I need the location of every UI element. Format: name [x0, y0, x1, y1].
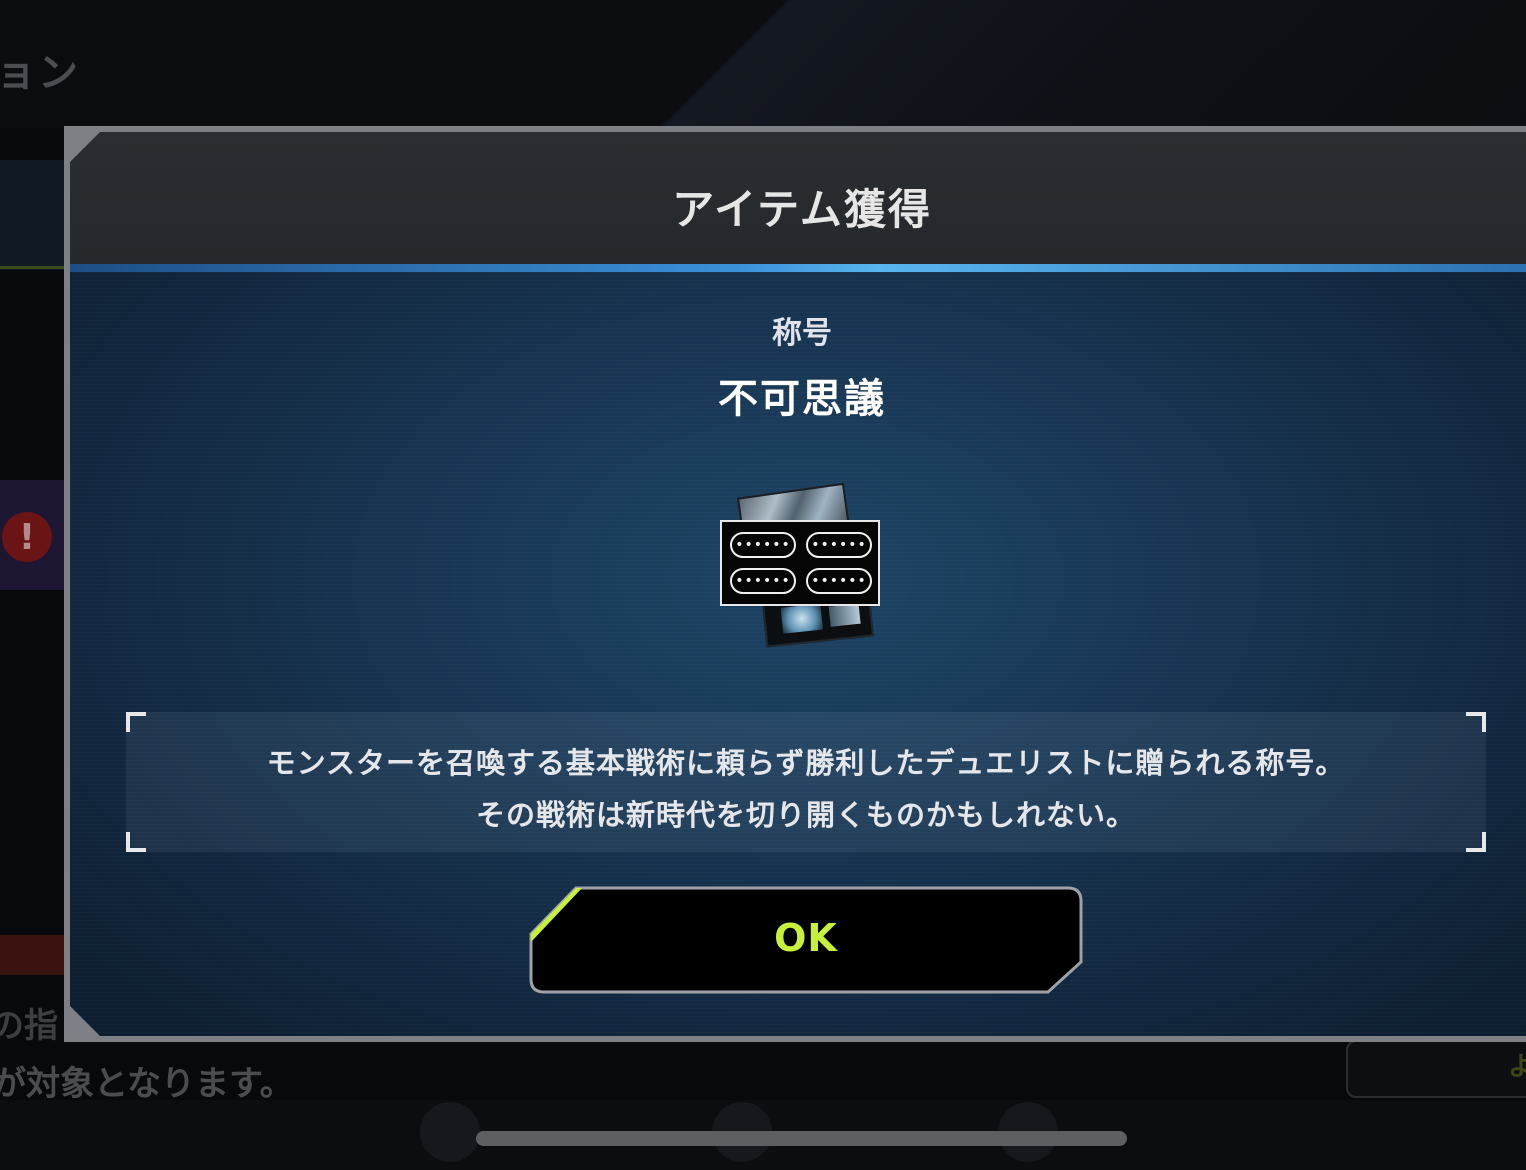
- exclamation-icon: !: [2, 512, 52, 562]
- item-name: 不可思議: [718, 376, 886, 422]
- item-acquired-dialog: アイテム獲得 称号 不可思議 •••••• •••••• •••••• ••••…: [64, 126, 1526, 1042]
- icon-pill: ••••••: [806, 568, 872, 594]
- home-indicator[interactable]: [476, 1131, 1127, 1146]
- ok-button-label: OK: [774, 916, 838, 960]
- header-divider: [70, 264, 1526, 272]
- background-text-line-2: が対象となります。: [0, 1064, 294, 1104]
- dialog-frame: アイテム獲得 称号 不可思議 •••••• •••••• •••••• ••••…: [70, 132, 1526, 1036]
- bracket-top-right: [1466, 712, 1486, 732]
- screen: ョン ! の指 が対象となります。 よ アイテム獲得 称号 不可思議 •••••…: [0, 0, 1526, 1170]
- ok-button[interactable]: OK: [528, 886, 1084, 994]
- background-check-icon: [420, 1102, 480, 1162]
- dialog-header: アイテム獲得: [70, 132, 1526, 264]
- bracket-bottom-left: [126, 832, 146, 852]
- background-bottom-button-label: よ: [1507, 1052, 1526, 1082]
- corner-notch-top-left: [70, 132, 100, 162]
- icon-pill: ••••••: [806, 532, 872, 558]
- background-diagonal-panel: [560, 0, 1526, 128]
- item-description-box: モンスターを召喚する基本戦術に頼らず勝利したデュエリストに贈られる称号。 その戦…: [126, 712, 1486, 852]
- icon-pill: ••••••: [730, 532, 796, 558]
- background-text-line-1: の指: [0, 1006, 58, 1046]
- bracket-bottom-right: [1466, 832, 1486, 852]
- bracket-top-left: [126, 712, 146, 732]
- corner-notch-bottom-left: [70, 1006, 100, 1036]
- icon-pill: ••••••: [730, 568, 796, 594]
- background-left-divider: [0, 266, 66, 269]
- item-description-line-2: その戦術は新時代を切り開くものかもしれない。: [475, 798, 1136, 832]
- item-description-line-1: モンスターを召喚する基本戦術に頼らず勝利したデュエリストに贈られる称号。: [266, 746, 1346, 780]
- title-badge-icon: •••••• •••••• •••••• ••••••: [720, 480, 886, 650]
- item-category-label: 称号: [772, 316, 832, 351]
- icon-panel: •••••• •••••• •••••• ••••••: [720, 520, 880, 606]
- dialog-title: アイテム獲得: [672, 185, 932, 234]
- background-red-strip: [0, 935, 66, 975]
- background-screen-title: ョン: [0, 50, 80, 96]
- background-bottom-button: よ: [1346, 1040, 1526, 1098]
- background-left-panel: [0, 160, 66, 270]
